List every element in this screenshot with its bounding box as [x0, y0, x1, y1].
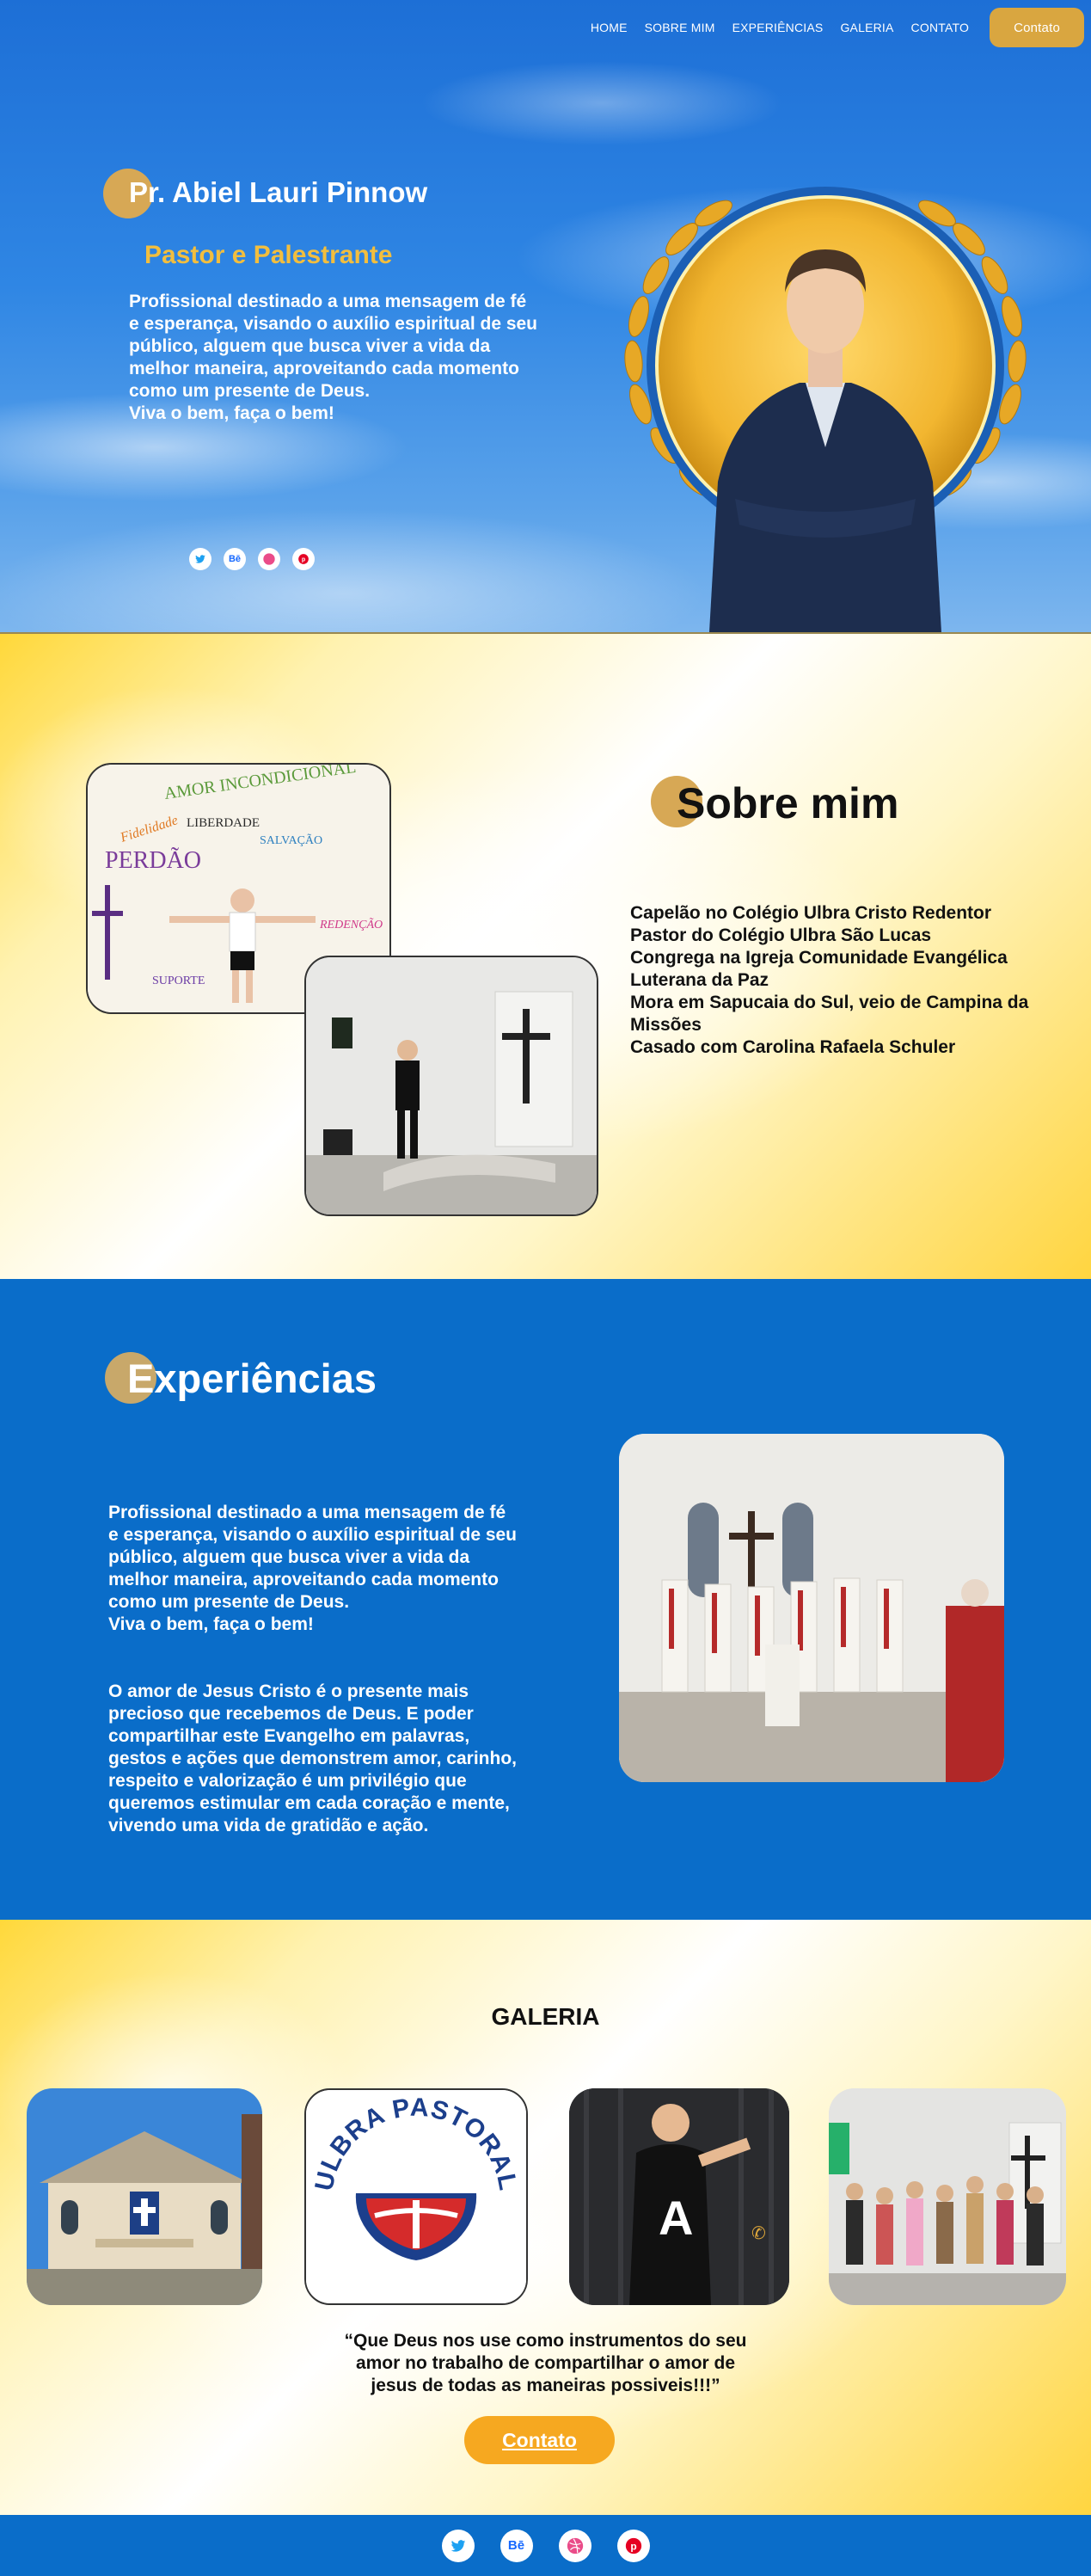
svg-text:p: p [630, 2540, 636, 2552]
top-nav: HOME SOBRE MIM EXPERIÊNCIAS GALERIA CONT… [591, 0, 1091, 55]
twitter-icon[interactable] [441, 2529, 475, 2562]
pinterest-icon[interactable]: p [292, 548, 315, 570]
sobre-mim-section: AMOR INCONDICIONAL LIBERDADE PERDÃO Fide… [0, 632, 1091, 1279]
hero-section: HOME SOBRE MIM EXPERIÊNCIAS GALERIA CONT… [0, 0, 1091, 632]
nav-home[interactable]: HOME [591, 21, 628, 34]
quote-text: “Que Deus nos use como instrumentos do s… [344, 2331, 747, 2395]
wall-word: PERDÃO [105, 847, 201, 874]
nav-experiencias[interactable]: EXPERIÊNCIAS [732, 21, 824, 34]
svg-text:✆: ✆ [751, 2222, 766, 2243]
dribbble-icon[interactable] [258, 548, 280, 570]
gallery-photo-church-building[interactable] [27, 2088, 262, 2305]
wall-word: SUPORTE [152, 974, 205, 987]
galeria-section: GALERIA ULBRA PASTORAL A ✆ “Que Deus nos… [0, 1920, 1091, 2515]
contact-button-bottom[interactable]: Contato [464, 2416, 615, 2464]
sobre-list: Capelão no Colégio Ulbra Cristo Redentor… [630, 902, 1060, 1059]
sobre-photo-preaching [304, 956, 598, 1216]
twitter-icon[interactable] [189, 548, 211, 570]
behance-icon[interactable]: Bē [500, 2529, 533, 2562]
sobre-title: Sobre mim [677, 779, 899, 827]
wall-word: LIBERDADE [187, 816, 260, 830]
experiencias-title: Experiências [127, 1356, 377, 1401]
wall-word: REDENÇÃO [319, 917, 383, 931]
nav-contato[interactable]: CONTATO [911, 21, 970, 34]
hero-name: Pr. Abiel Lauri Pinnow [129, 176, 428, 208]
gallery-ulbra-pastoral-logo[interactable]: ULBRA PASTORAL [304, 2088, 528, 2305]
dribbble-icon[interactable] [558, 2529, 591, 2562]
hero-social-links: Bē p [189, 548, 315, 570]
experiencias-section: Experiências Profissional destinado a um… [0, 1279, 1091, 1920]
sobre-item: Mora em Sapucaia do Sul, veio de Campina… [630, 993, 1029, 1035]
gallery-photo-speaker[interactable]: A ✆ [569, 2088, 789, 2305]
experiencias-text: Profissional destinado a uma mensagem de… [108, 1479, 521, 1860]
nav-sobre-mim[interactable]: SOBRE MIM [645, 21, 715, 34]
wall-word: SALVAÇÃO [260, 833, 322, 847]
galeria-title: GALERIA [491, 2003, 600, 2030]
hero-role: Pastor e Palestrante [144, 241, 393, 269]
gallery-photo-group-prayer[interactable] [829, 2088, 1066, 2305]
sobre-item: Capelão no Colégio Ulbra Cristo Redentor [630, 903, 992, 923]
pinterest-icon[interactable]: p [616, 2529, 650, 2562]
experiencias-photo-church-service [619, 1434, 1004, 1782]
experiencias-paragraph: Profissional destinado a uma mensagem de… [108, 1503, 518, 1634]
nav-galeria[interactable]: GALERIA [840, 21, 893, 34]
pastor-portrait-image [624, 187, 1027, 632]
svg-text:p: p [302, 557, 305, 563]
sobre-item: Congrega na Igreja Comunidade Evangélica… [630, 948, 1008, 990]
behance-icon[interactable]: Bē [224, 548, 246, 570]
experiencias-paragraph: O amor de Jesus Cristo é o presente mais… [108, 1681, 517, 1835]
contact-button[interactable]: Contato [990, 8, 1084, 47]
sobre-item: Casado com Carolina Rafaela Schuler [630, 1037, 956, 1057]
hero-description: Profissional destinado a uma mensagem de… [129, 292, 538, 423]
sobre-item: Pastor do Colégio Ulbra São Lucas [630, 925, 932, 945]
footer: Bē p [0, 2515, 1091, 2576]
svg-text:A: A [659, 2191, 693, 2245]
